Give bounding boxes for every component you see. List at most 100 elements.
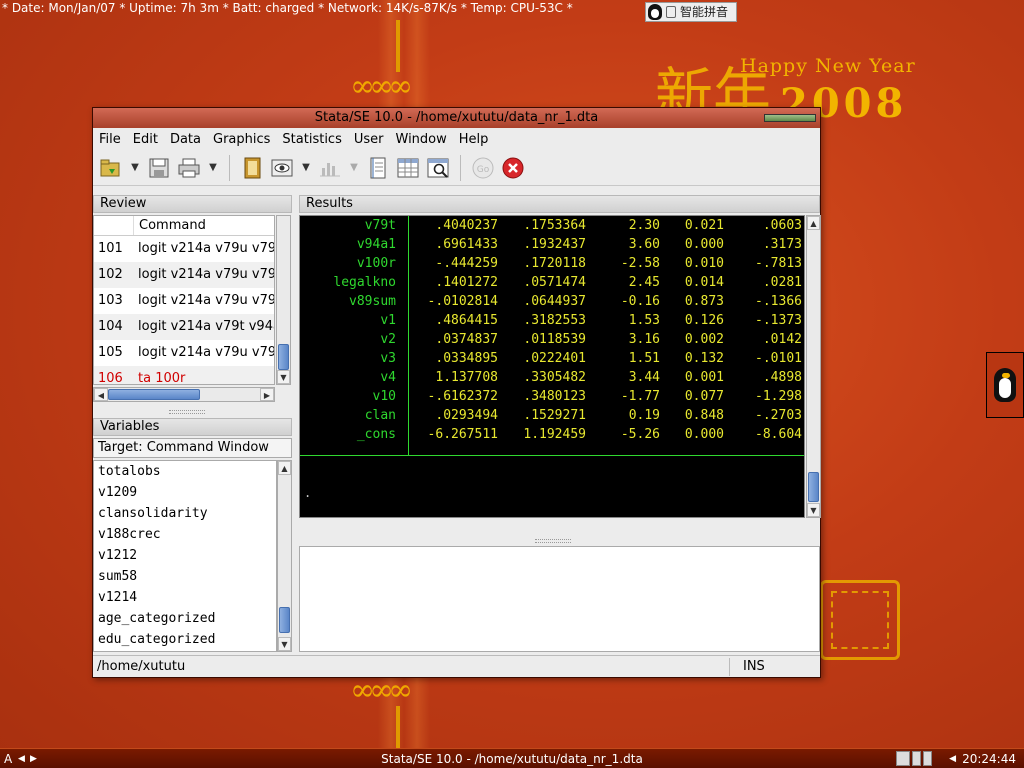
review-row[interactable]: 104 logit v214a v79t v94a xyxy=(94,314,274,340)
menu-data[interactable]: Data xyxy=(170,132,208,147)
go-icon[interactable]: Go xyxy=(471,156,495,180)
results-variable-name: v94a1 xyxy=(356,237,396,252)
scroll-left-arrow-icon[interactable]: ◀ xyxy=(94,388,108,401)
results-variable-name: v4 xyxy=(380,370,396,385)
tray-app-icon[interactable] xyxy=(896,751,910,766)
variable-item[interactable]: edu_categorized xyxy=(94,629,276,650)
variable-item[interactable]: v188crec xyxy=(94,524,276,545)
tray-network-icon[interactable] xyxy=(923,751,932,766)
scroll-down-arrow-icon[interactable]: ▼ xyxy=(807,503,820,517)
print-dropdown-chevron-icon[interactable]: ▼ xyxy=(207,156,219,180)
save-icon[interactable] xyxy=(147,156,171,180)
results-value-coef: 1.137708 xyxy=(435,370,498,385)
tray-battery-icon[interactable] xyxy=(912,751,921,766)
results-value-z: 1.53 xyxy=(628,313,660,328)
results-value-coef: -6.267511 xyxy=(427,427,498,442)
scrollbar-thumb[interactable] xyxy=(279,607,290,633)
tray-arrow-icon[interactable]: ◀ xyxy=(949,749,956,768)
results-value-p: 0.001 xyxy=(684,370,724,385)
open-dropdown-chevron-icon[interactable]: ▼ xyxy=(129,156,141,180)
penguin-beak xyxy=(1002,373,1010,378)
data-editor-icon[interactable] xyxy=(396,156,420,180)
taskbar: A ◀ ▶ Stata/SE 10.0 - /home/xututu/data_… xyxy=(0,748,1024,768)
scroll-up-arrow-icon[interactable]: ▲ xyxy=(278,461,291,475)
review-col-command[interactable]: Command xyxy=(134,216,206,235)
side-dock-penguin[interactable] xyxy=(986,352,1024,418)
results-output[interactable]: v79t .4040237 .1753364 2.30 0.021 .0603 v94a1.… xyxy=(299,215,805,518)
scrollbar-thumb[interactable] xyxy=(808,472,819,502)
menu-help[interactable]: Help xyxy=(459,132,496,147)
results-value-se: .0644937 xyxy=(523,294,586,309)
scrollbar-thumb[interactable] xyxy=(278,344,289,370)
scroll-down-arrow-icon[interactable]: ▼ xyxy=(278,637,291,651)
review-row[interactable]: 102 logit v214a v79u v79t xyxy=(94,262,274,288)
variable-item[interactable]: totalobs xyxy=(94,461,276,482)
results-value-coef: .4040237 xyxy=(435,218,498,233)
results-prompt: . xyxy=(304,486,312,500)
variable-item[interactable]: sum58 xyxy=(94,566,276,587)
menu-window[interactable]: Window xyxy=(396,132,454,147)
results-row: v4 1.137708 .3305482 3.44 0.001 .4898 xyxy=(300,368,804,387)
results-value-z: 3.60 xyxy=(628,237,660,252)
break-icon[interactable] xyxy=(501,156,525,180)
review-row[interactable]: 103 logit v214a v79u v79t xyxy=(94,288,274,314)
input-method-indicator[interactable]: 智能拼音 xyxy=(645,2,737,22)
data-browser-icon[interactable] xyxy=(426,156,450,180)
window-control-button[interactable] xyxy=(764,114,816,122)
results-row: _cons -6.267511 1.192459 -5.26 0.000 -8.604 xyxy=(300,425,804,444)
results-header: Results xyxy=(299,195,820,213)
results-vertical-scrollbar[interactable]: ▲ ▼ xyxy=(806,215,821,518)
review-row-number: 106 xyxy=(98,371,123,385)
review-row[interactable]: 101 logit v214a v79u v79t xyxy=(94,236,274,262)
variables-target[interactable]: Target: Command Window xyxy=(93,438,292,458)
open-icon[interactable] xyxy=(99,156,123,180)
scrollbar-thumb[interactable] xyxy=(108,389,200,400)
variables-list: totalobs v1209 clansolidarity v188crec v… xyxy=(93,460,277,652)
variable-item[interactable]: v1209 xyxy=(94,482,276,503)
review-row-command: ta 100r xyxy=(138,371,186,385)
taskbar-window-title[interactable]: Stata/SE 10.0 - /home/xututu/data_nr_1.d… xyxy=(0,749,1024,768)
viewer-icon[interactable] xyxy=(270,156,294,180)
graph-icon[interactable] xyxy=(318,156,342,180)
window-titlebar[interactable]: Stata/SE 10.0 - /home/xututu/data_nr_1.d… xyxy=(93,108,820,128)
results-value-se: .3480123 xyxy=(523,389,586,404)
review-row[interactable]: 105 logit v214a v79u v79t xyxy=(94,340,274,366)
variable-item[interactable]: v1214 xyxy=(94,587,276,608)
results-variable-name: v100r xyxy=(356,256,396,271)
results-value-se: .0118539 xyxy=(523,332,586,347)
review-vertical-scrollbar[interactable]: ▼ xyxy=(276,215,291,385)
variable-item[interactable]: clansolidarity xyxy=(94,503,276,524)
insert-mode-indicator: INS xyxy=(743,659,765,674)
results-variable-name: v89sum xyxy=(349,294,396,309)
clock: 20:24:44 xyxy=(962,752,1016,766)
review-resize-grip[interactable] xyxy=(169,410,205,414)
graph-dropdown-chevron-icon[interactable]: ▼ xyxy=(348,156,360,180)
results-row: v3 .0334895 .0222401 1.51 0.132 -.0101 xyxy=(300,349,804,368)
review-horizontal-scrollbar[interactable]: ◀ ▶ xyxy=(93,387,275,402)
print-icon[interactable] xyxy=(177,156,201,180)
log-icon[interactable] xyxy=(240,156,264,180)
menu-user[interactable]: User xyxy=(354,132,391,147)
scroll-right-arrow-icon[interactable]: ▶ xyxy=(260,388,274,401)
variables-panel: Variables Target: Command Window totalob… xyxy=(93,418,292,652)
viewer-dropdown-chevron-icon[interactable]: ▼ xyxy=(300,156,312,180)
review-col-number[interactable] xyxy=(94,216,134,235)
chinese-knot-decoration: ∞∞∞ xyxy=(350,673,413,708)
variables-vertical-scrollbar[interactable]: ▲ ▼ xyxy=(277,460,292,652)
do-file-editor-icon[interactable] xyxy=(366,156,390,180)
results-value-se: .3305482 xyxy=(523,370,586,385)
review-row[interactable]: 106 ta 100r xyxy=(94,366,274,385)
menu-graphics[interactable]: Graphics xyxy=(213,132,277,147)
menu-edit[interactable]: Edit xyxy=(133,132,165,147)
variable-item[interactable]: age_categorized xyxy=(94,608,276,629)
results-value-se: .1529271 xyxy=(523,408,586,423)
scroll-up-arrow-icon[interactable]: ▲ xyxy=(807,216,820,230)
variable-item[interactable]: v1212 xyxy=(94,545,276,566)
menu-statistics[interactable]: Statistics xyxy=(282,132,348,147)
results-resize-grip[interactable] xyxy=(535,539,571,543)
menu-file[interactable]: File xyxy=(99,132,128,147)
scroll-down-arrow-icon[interactable]: ▼ xyxy=(277,370,290,384)
command-input[interactable] xyxy=(299,546,820,652)
results-value-se: .0571474 xyxy=(523,275,586,290)
results-value-se: .1720118 xyxy=(523,256,586,271)
